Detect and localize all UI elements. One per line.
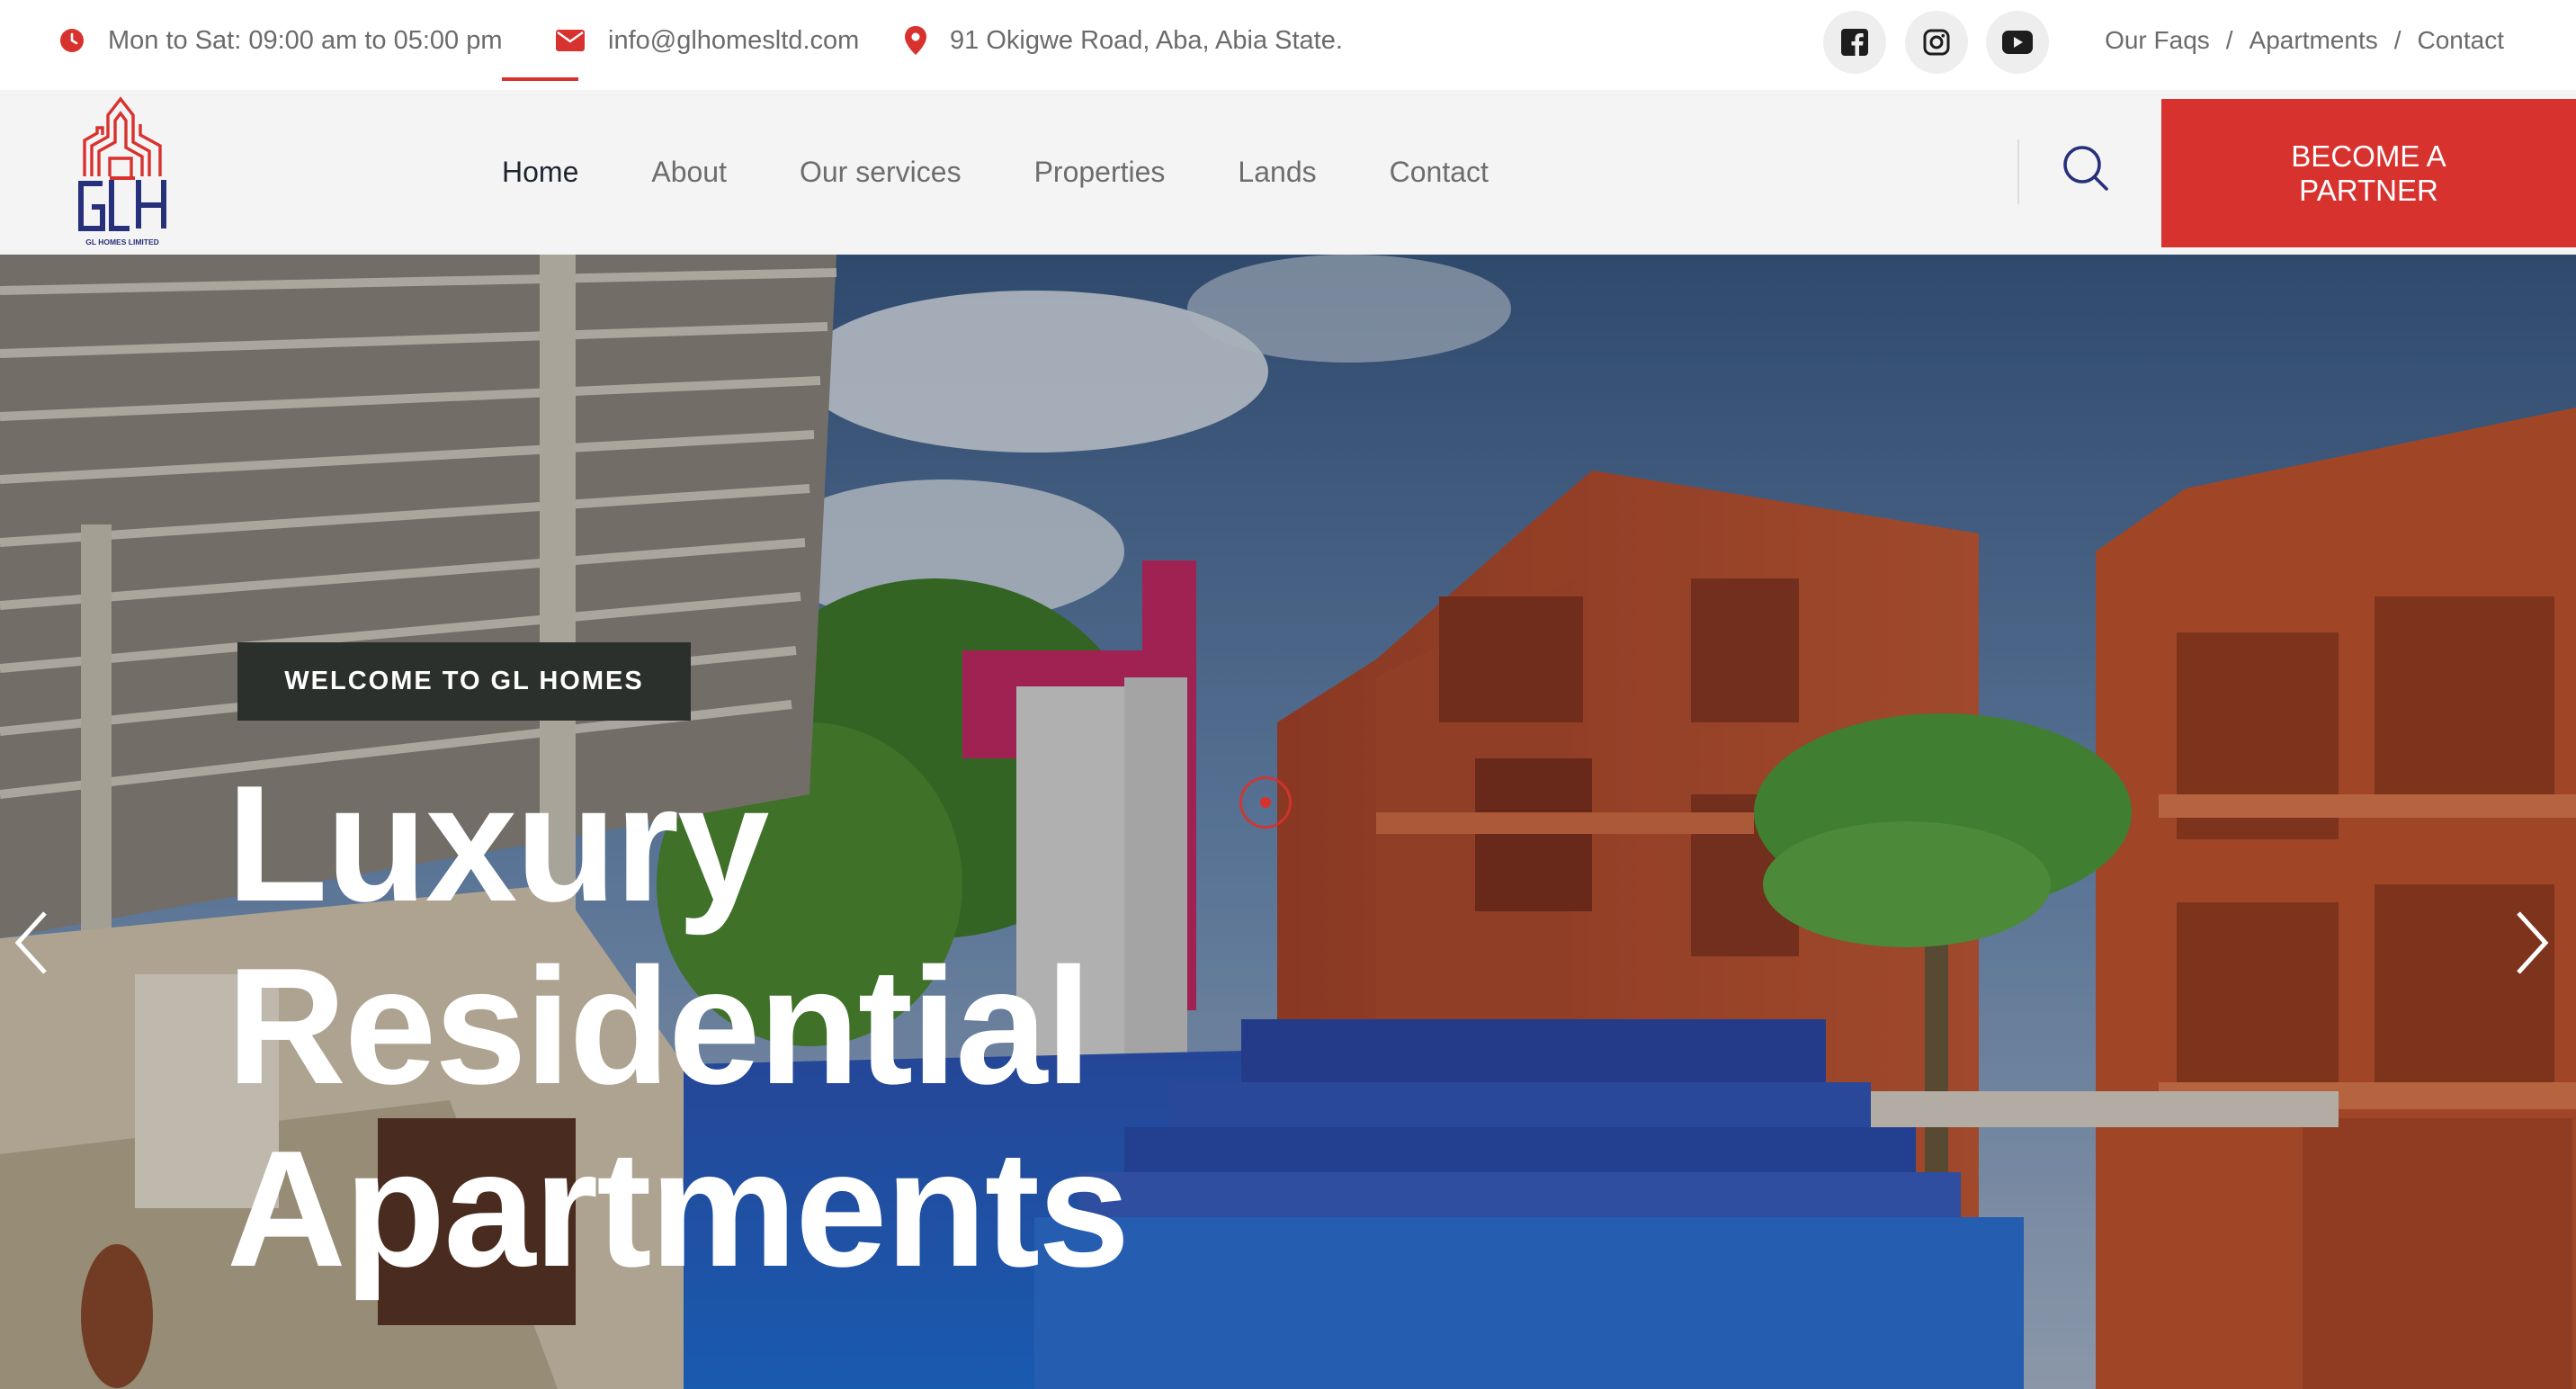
logo-caption-text: GL HOMES LIMITED xyxy=(85,237,159,246)
top-info-bar: Mon to Sat: 09:00 am to 05:00 pm info@gl… xyxy=(0,0,2576,90)
contact-email-text[interactable]: info@glhomesltd.com xyxy=(608,26,859,56)
slider-prev-button[interactable] xyxy=(5,902,59,983)
glh-logo-icon: GL HOMES LIMITED xyxy=(78,96,166,246)
working-hours: Mon to Sat: 09:00 am to 05:00 pm xyxy=(59,0,502,81)
search-icon xyxy=(2063,146,2108,191)
nav-item-about[interactable]: About xyxy=(651,156,727,189)
top-link-contact[interactable]: Contact xyxy=(2418,26,2505,55)
clock-icon xyxy=(60,29,84,52)
primary-nav: Home About Our services Properties Lands… xyxy=(502,77,1561,255)
site-logo[interactable]: GL HOMES LIMITED xyxy=(76,94,169,254)
instagram-icon xyxy=(1923,29,1950,56)
nav-item-our-services[interactable]: Our services xyxy=(800,156,962,189)
youtube-link[interactable] xyxy=(1986,11,2049,74)
slider-next-button[interactable] xyxy=(2504,902,2558,983)
hero-title-line: Apartments xyxy=(227,1116,1130,1301)
youtube-icon xyxy=(2002,31,2033,54)
hero-title-line: Luxury xyxy=(227,750,769,936)
become-partner-button[interactable]: BECOME A PARTNER xyxy=(2161,99,2576,247)
facebook-link[interactable] xyxy=(1823,11,1886,74)
nav-item-home[interactable]: Home xyxy=(502,77,579,189)
link-separator: / xyxy=(2225,26,2233,54)
map-pin-icon xyxy=(905,26,926,55)
nav-item-lands[interactable]: Lands xyxy=(1238,156,1316,189)
chevron-left-icon xyxy=(14,911,47,974)
working-hours-text: Mon to Sat: 09:00 am to 05:00 pm xyxy=(108,25,503,55)
office-address: 91 Okigwe Road, Aba, Abia State. xyxy=(905,0,1343,81)
facebook-icon xyxy=(1841,29,1868,56)
envelope-icon xyxy=(556,30,585,51)
welcome-tag: WELCOME TO GL HOMES xyxy=(237,642,691,721)
hero-title: Luxury Residential Apartments xyxy=(227,750,1130,1301)
office-address-text: 91 Okigwe Road, Aba, Abia State. xyxy=(950,25,1343,55)
nav-divider xyxy=(2017,139,2019,204)
top-link-apartments[interactable]: Apartments xyxy=(2250,26,2378,55)
hero-title-line: Residential xyxy=(227,933,1092,1118)
nav-item-contact[interactable]: Contact xyxy=(1390,156,1489,189)
hotspot-marker[interactable] xyxy=(1239,776,1292,829)
chevron-right-icon xyxy=(2517,911,2549,974)
nav-item-properties[interactable]: Properties xyxy=(1034,156,1166,189)
search-button[interactable] xyxy=(2060,142,2114,196)
contact-email[interactable]: info@glhomesltd.com xyxy=(556,0,859,81)
top-link-faqs[interactable]: Our Faqs xyxy=(2105,26,2210,55)
top-links: Our Faqs / Apartments / Contact xyxy=(2105,0,2504,81)
instagram-link[interactable] xyxy=(1905,11,1968,74)
hero-slider: WELCOME TO GL HOMES Luxury Residential A… xyxy=(0,255,2576,1389)
link-separator: / xyxy=(2393,26,2402,54)
